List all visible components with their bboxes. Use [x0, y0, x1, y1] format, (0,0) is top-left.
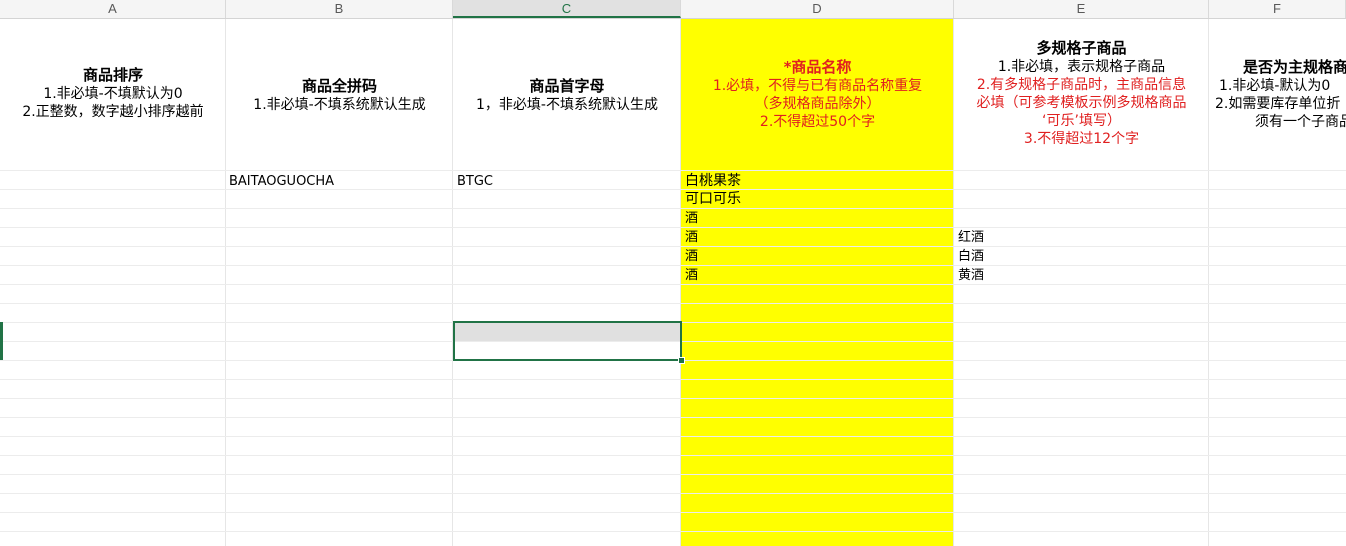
header-cell-c[interactable]: 商品首字母 1，非必填-不填系统默认生成	[453, 77, 681, 114]
header-note-e-3: 必填（可参考模板示例多规格商品	[976, 95, 1187, 111]
header-note-d-2: （多规格商品除外）	[754, 96, 881, 112]
header-note-a-2: 2.正整数，数字越小排序越前	[22, 104, 204, 120]
header-note-e-2: 2.有多规格子商品时，主商品信息	[976, 77, 1187, 93]
cell-d6[interactable]: 酒	[685, 247, 698, 266]
cell-c2[interactable]: BTGC	[457, 172, 493, 191]
column-header-d[interactable]: D	[681, 0, 954, 18]
header-title-e: 多规格子商品	[1036, 39, 1127, 57]
column-header-c[interactable]: C	[453, 0, 681, 18]
header-note-f-3: 须有一个子商品	[1255, 114, 1346, 130]
selected-row-marker	[0, 322, 3, 360]
header-cell-d[interactable]: *商品名称 1.必填，不得与已有商品名称重复 （多规格商品除外） 2.不得超过5…	[681, 58, 954, 131]
header-note-d-1: 1.必填，不得与已有商品名称重复	[712, 78, 923, 94]
column-header-f[interactable]: F	[1209, 0, 1346, 18]
cell-e7[interactable]: 黄酒	[958, 266, 984, 285]
cell-e6[interactable]: 白酒	[958, 247, 984, 266]
header-note-b-1: 1.非必填-不填系统默认生成	[253, 97, 426, 113]
header-note-e-5: 3.不得超过12个字	[1023, 131, 1140, 147]
cell-d3[interactable]: 可口可乐	[685, 190, 741, 209]
column-header-bar: A B C D E F	[0, 0, 1346, 19]
header-note-f-2: 2.如需要库存单位折	[1215, 96, 1341, 112]
header-cell-a[interactable]: 商品排序 1.非必填-不填默认为0 2.正整数，数字越小排序越前	[0, 66, 226, 121]
header-title-f: 是否为主规格商	[1243, 58, 1346, 76]
column-header-a[interactable]: A	[0, 0, 226, 18]
header-note-e-1: 1.非必填，表示规格子商品	[997, 59, 1166, 75]
header-note-c-1: 1，非必填-不填系统默认生成	[476, 97, 658, 113]
column-header-b[interactable]: B	[226, 0, 453, 18]
header-note-f-1: 1.非必填-默认为0	[1219, 78, 1331, 94]
fill-handle[interactable]	[678, 357, 685, 364]
header-note-d-3: 2.不得超过50个字	[759, 114, 876, 130]
header-cell-e[interactable]: 多规格子商品 1.非必填，表示规格子商品 2.有多规格子商品时，主商品信息 必填…	[954, 39, 1209, 148]
header-cell-b[interactable]: 商品全拼码 1.非必填-不填系统默认生成	[226, 77, 453, 114]
header-note-e-4: ‘可乐’填写）	[1042, 113, 1121, 129]
cell-d2[interactable]: 白桃果茶	[685, 172, 741, 191]
selected-cell[interactable]	[453, 321, 682, 361]
header-cell-f[interactable]: 是否为主规格商 1.非必填-默认为0 2.如需要库存单位折 须有一个子商品	[1209, 58, 1346, 131]
cell-d7[interactable]: 酒	[685, 266, 698, 285]
cell-b2[interactable]: BAITAOGUOCHA	[229, 172, 334, 191]
cell-e5[interactable]: 红酒	[958, 228, 984, 247]
selected-cell-fill	[455, 323, 680, 341]
cell-d5[interactable]: 酒	[685, 228, 698, 247]
header-note-a-1: 1.非必填-不填默认为0	[43, 86, 183, 102]
column-header-e[interactable]: E	[954, 0, 1209, 18]
header-title-c: 商品首字母	[529, 77, 605, 95]
header-title-b: 商品全拼码	[301, 77, 377, 95]
cell-d4[interactable]: 酒	[685, 209, 698, 228]
header-title-d: *商品名称	[783, 58, 852, 76]
header-title-a: 商品排序	[82, 66, 143, 84]
